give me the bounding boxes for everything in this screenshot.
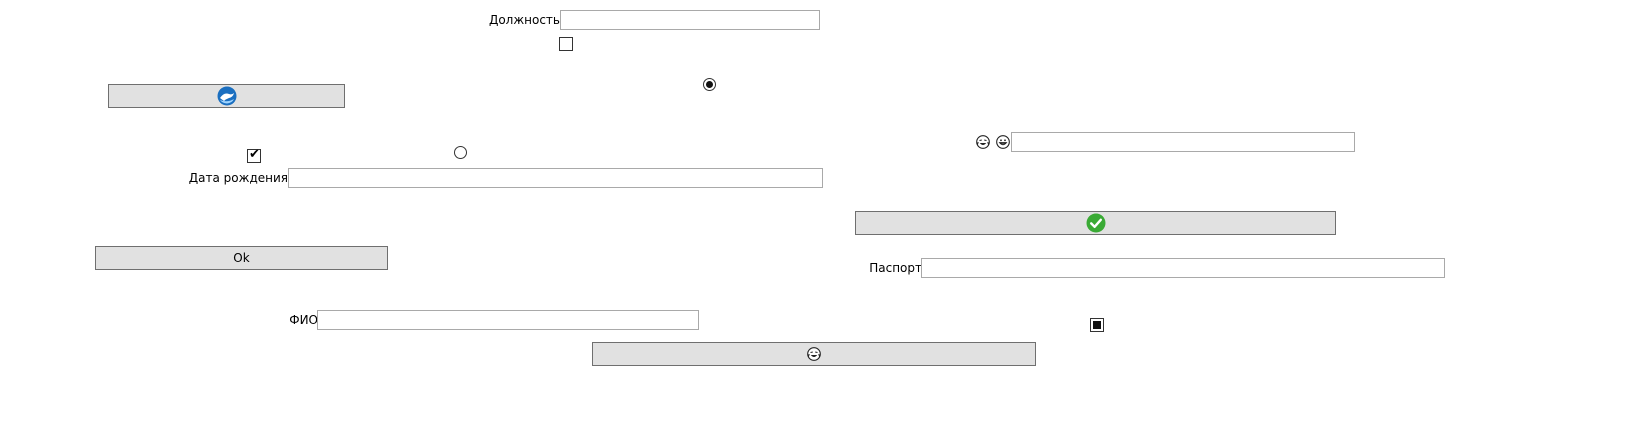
- emoji-field-input[interactable]: [1011, 132, 1355, 152]
- passport-input[interactable]: [921, 258, 1445, 278]
- position-label: Должность: [488, 13, 560, 27]
- dolphin-logo-icon: [217, 86, 237, 106]
- smiley-emoji-icon: [807, 347, 821, 361]
- crying-laugh-emoji-icon: [976, 135, 990, 149]
- radio-top-dot: [706, 81, 713, 88]
- birthdate-label: Дата рождения: [188, 171, 288, 185]
- radio-top[interactable]: [703, 78, 716, 91]
- indeterminate-mark: [1093, 321, 1101, 329]
- dolphin-button[interactable]: [108, 84, 345, 108]
- checkbox-indeterminate[interactable]: [1090, 318, 1104, 332]
- position-input[interactable]: [560, 10, 820, 30]
- confirm-button[interactable]: [855, 211, 1336, 235]
- green-check-icon: [1086, 213, 1106, 233]
- fio-label: ФИО: [289, 313, 318, 327]
- checkmark-icon: ✔: [249, 147, 260, 162]
- passport-label: Паспорт: [869, 261, 922, 275]
- birthdate-input[interactable]: [288, 168, 823, 188]
- checkbox-left[interactable]: ✔: [247, 147, 261, 163]
- emoji-button[interactable]: [592, 342, 1036, 366]
- ok-button[interactable]: Ok: [95, 246, 388, 270]
- fio-input[interactable]: [317, 310, 699, 330]
- radio-mid[interactable]: [454, 146, 467, 159]
- grinning-emoji-icon: [996, 135, 1010, 149]
- checkbox-top[interactable]: [559, 37, 573, 51]
